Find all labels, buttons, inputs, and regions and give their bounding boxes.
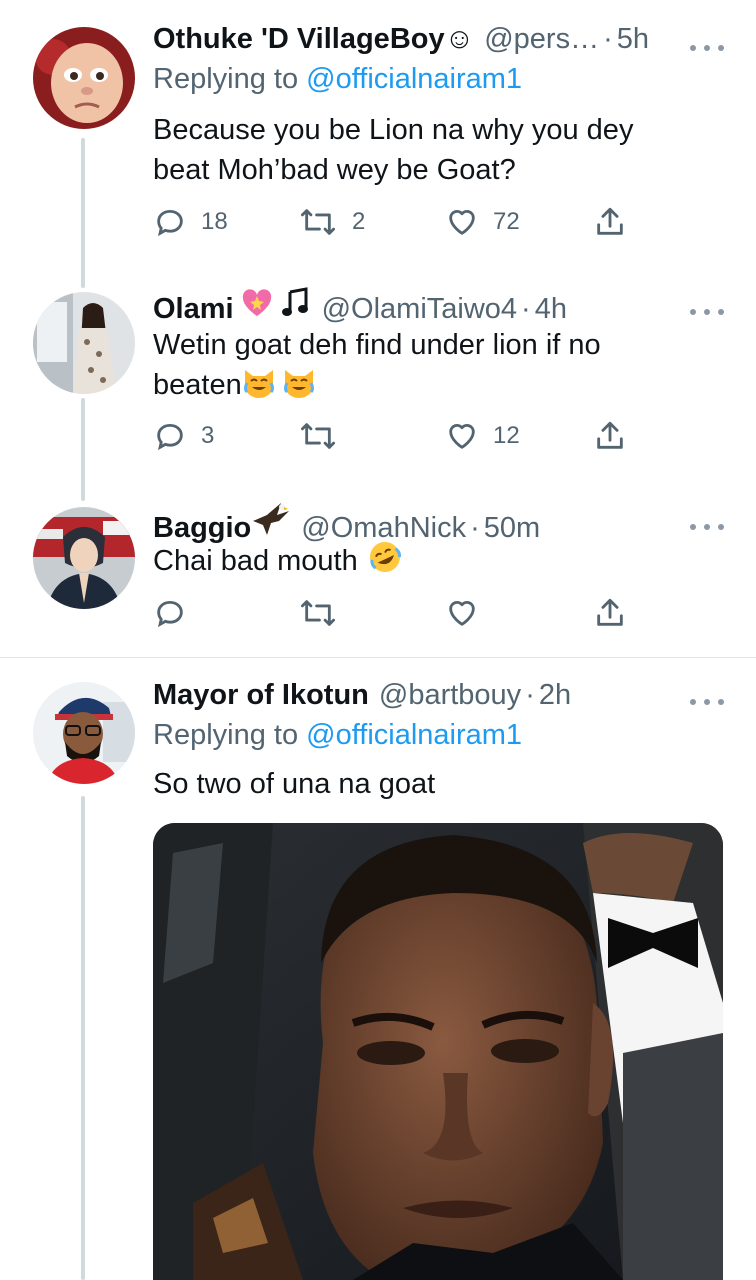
tweet-text-line: So two of una na goat xyxy=(153,768,436,800)
user-handle[interactable]: @bartbouy xyxy=(379,676,521,714)
share-button[interactable] xyxy=(593,416,627,456)
tweet-text-fragment: beaten xyxy=(153,369,242,401)
display-name[interactable]: Olami xyxy=(153,290,234,328)
heart-icon xyxy=(449,210,475,235)
crying-cat-emoji xyxy=(242,366,276,409)
like-button[interactable]: 72 xyxy=(445,202,520,242)
crying-cat-emoji xyxy=(282,366,316,409)
timestamp[interactable]: 5h xyxy=(617,20,649,58)
thread-line xyxy=(81,398,85,498)
replying-to: Replying to @officialnairam1 xyxy=(153,60,724,98)
rolling-on-floor-laughing-emoji xyxy=(368,540,402,585)
reply-button[interactable]: 3 xyxy=(153,416,214,456)
replying-to-label: Replying to xyxy=(153,719,299,751)
more-options-icon[interactable] xyxy=(690,517,724,537)
separator-dot: · xyxy=(525,679,535,711)
share-button[interactable] xyxy=(593,202,627,242)
like-button[interactable]: 12 xyxy=(445,416,520,456)
retweet-icon xyxy=(301,423,336,449)
user-handle[interactable]: @pers… xyxy=(484,20,599,58)
musical-note-emoji xyxy=(280,286,312,328)
reply-icon xyxy=(157,209,183,237)
tweet-media-photo[interactable] xyxy=(153,823,723,1280)
reply-icon xyxy=(157,423,183,451)
timestamp[interactable]: 2h xyxy=(539,676,571,714)
mention-link[interactable]: @officialnairam1 xyxy=(306,63,522,95)
tweet-text-line: beat Moh’bad wey be Goat? xyxy=(153,154,516,186)
action-bar xyxy=(153,593,633,633)
reply-button[interactable]: 18 xyxy=(153,202,228,242)
user-handle[interactable]: @OlamiTaiwo4 xyxy=(322,290,517,328)
retweet-button[interactable] xyxy=(298,416,352,456)
share-button[interactable] xyxy=(593,593,627,633)
share-icon xyxy=(597,421,623,449)
mention-link[interactable]: @officialnairam1 xyxy=(306,719,522,751)
more-options-icon[interactable] xyxy=(690,302,724,322)
display-name[interactable]: Mayor of Ikotun xyxy=(153,676,369,714)
replying-to-label: Replying to xyxy=(153,63,299,95)
tweet-text-line: Because you be Lion na why you dey xyxy=(153,114,634,146)
tweet-header: Othuke 'D VillageBoy☺ @pers… · 5h xyxy=(153,20,724,58)
separator-dot: · xyxy=(470,512,480,544)
tweet-header: Olami @OlamiTaiwo4 · 4h xyxy=(153,286,724,325)
tweet-olami[interactable]: Olami @OlamiTaiwo4 · 4h Wetin goat deh f… xyxy=(0,270,756,498)
heart-icon xyxy=(449,601,475,626)
thread-line xyxy=(81,485,85,501)
retweet-icon xyxy=(301,209,336,235)
timestamp[interactable]: 4h xyxy=(535,290,567,328)
retweet-button[interactable]: 2 xyxy=(298,202,365,242)
action-bar: 18 2 72 xyxy=(153,202,633,242)
reply-icon xyxy=(157,600,183,628)
display-name[interactable]: Othuke 'D VillageBoy☺ xyxy=(153,20,474,58)
share-icon xyxy=(597,207,623,235)
retweet-icon xyxy=(301,600,336,626)
more-options-icon[interactable] xyxy=(690,38,724,58)
replying-to: Replying to @officialnairam1 xyxy=(153,716,724,754)
reply-button[interactable] xyxy=(153,593,201,633)
reply-count: 18 xyxy=(201,208,228,235)
heart-icon xyxy=(449,424,475,449)
tweet-othuke[interactable]: Othuke 'D VillageBoy☺ @pers… · 5h Replyi… xyxy=(0,0,756,280)
separator-dot: · xyxy=(521,293,531,325)
avatar-mayor[interactable] xyxy=(33,682,135,784)
thread-line xyxy=(81,796,85,1280)
like-count: 72 xyxy=(493,208,520,235)
tweet-content: Baggio @OmahNick · 50m Chai bad mouth xyxy=(153,501,724,628)
tweet-text-fragment: Chai bad mouth xyxy=(153,545,358,577)
tweet-content: Mayor of Ikotun @bartbouy · 2h Replying … xyxy=(153,676,724,804)
tweet-text: Wetin goat deh find under lion if no bea… xyxy=(153,325,724,409)
timestamp[interactable]: 50m xyxy=(484,509,540,547)
tweet-header: Baggio @OmahNick · 50m xyxy=(153,501,724,544)
tweet-content: Olami @OlamiTaiwo4 · 4h Wetin goat deh f… xyxy=(153,286,724,451)
retweet-count: 2 xyxy=(352,208,366,235)
share-icon xyxy=(597,598,623,626)
like-button[interactable] xyxy=(445,593,493,633)
tweet-text: So two of una na goat xyxy=(153,764,724,804)
reply-count: 3 xyxy=(201,422,215,449)
action-bar: 3 12 xyxy=(153,416,633,456)
thread-line xyxy=(81,270,85,288)
avatar-olami[interactable] xyxy=(33,292,135,394)
thread-line xyxy=(81,138,85,280)
tweet-content: Othuke 'D VillageBoy☺ @pers… · 5h Replyi… xyxy=(153,20,724,237)
tweet-header: Mayor of Ikotun @bartbouy · 2h xyxy=(153,676,724,714)
more-options-icon[interactable] xyxy=(690,692,724,712)
separator-dot: · xyxy=(603,23,613,55)
tweet-text-line: Wetin goat deh find under lion if no xyxy=(153,329,601,361)
tweet-text-line: beaten xyxy=(153,365,724,409)
like-count: 12 xyxy=(493,422,520,449)
tweet-text: Because you be Lion na why you dey beat … xyxy=(153,110,724,190)
sparkling-heart-emoji xyxy=(240,288,274,328)
tweet-baggio[interactable]: Baggio @OmahNick · 50m Chai bad mouth xyxy=(0,485,756,657)
avatar-baggio[interactable] xyxy=(33,507,135,609)
avatar-othuke[interactable] xyxy=(33,27,135,129)
tweet-mayor-of-ikotun[interactable]: Mayor of Ikotun @bartbouy · 2h Replying … xyxy=(0,658,756,1280)
retweet-button[interactable] xyxy=(298,593,352,633)
